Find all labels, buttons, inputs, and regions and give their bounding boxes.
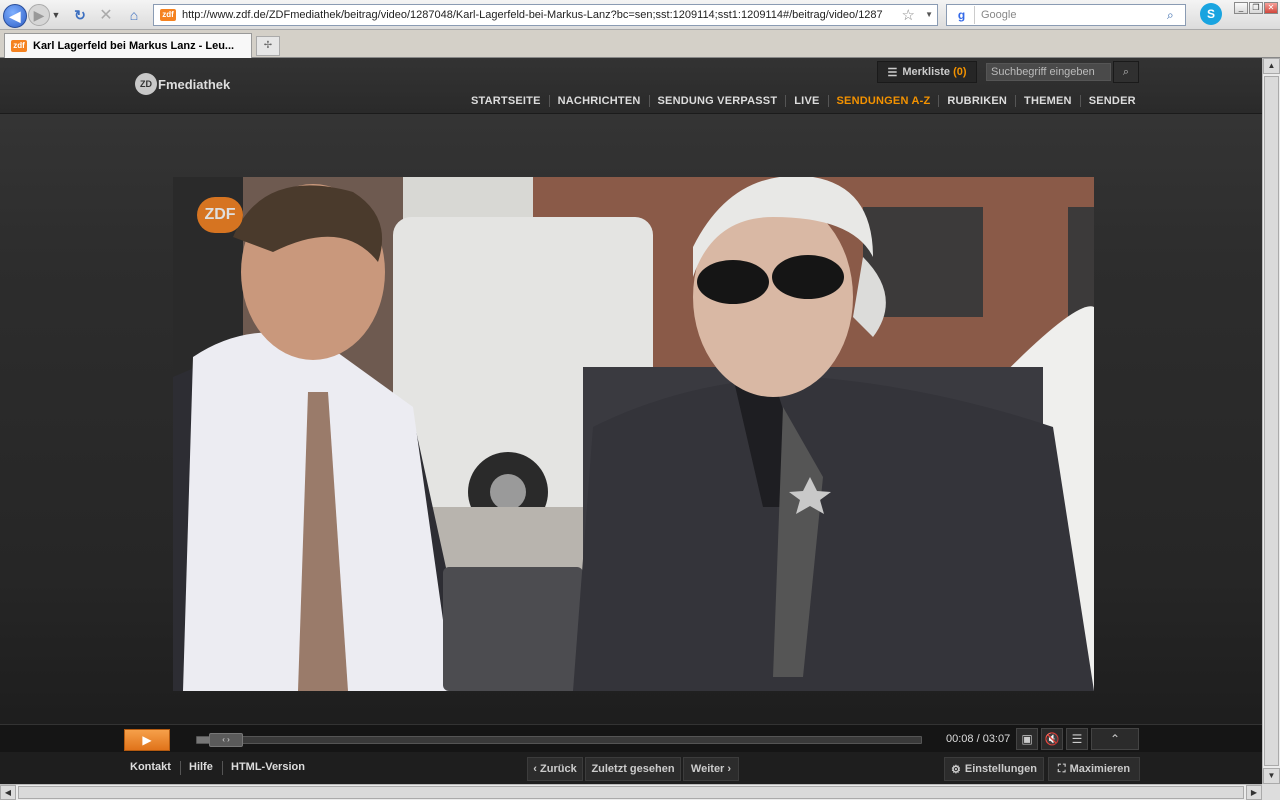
nav-themen[interactable]: THEMEN xyxy=(1015,95,1080,107)
time-display: 00:08 / 03:07 xyxy=(946,733,1011,745)
page-viewport: ZD Fmediathek ☰ Merkliste (0) Suchbegrif… xyxy=(0,58,1262,784)
browser-toolbar: ◀ ▶ ▼ ↻ ✕ ⌂ zdf http://www.zdf.de/ZDFmed… xyxy=(0,0,1280,30)
horizontal-scroll-thumb[interactable] xyxy=(18,786,1244,799)
vertical-scroll-thumb[interactable] xyxy=(1264,76,1279,766)
kontakt-link[interactable]: Kontakt xyxy=(130,761,171,773)
site-search-input[interactable]: Suchbegriff eingeben xyxy=(986,63,1111,81)
html-version-link[interactable]: HTML-Version xyxy=(231,761,305,773)
zdf-mediathek-logo[interactable]: ZD Fmediathek xyxy=(135,72,230,96)
url-text[interactable]: http://www.zdf.de/ZDFmediathek/beitrag/v… xyxy=(182,9,892,21)
logo-text: Fmediathek xyxy=(158,76,231,92)
scroll-right-icon[interactable]: ▶ xyxy=(1246,785,1262,800)
nav-startseite[interactable]: STARTSEITE xyxy=(463,95,549,107)
player-controls: ▶ ‹ › 00:08 / 03:07 ▣ 🔇 ☰ ⌃ xyxy=(0,724,1262,752)
back-button[interactable]: ‹ Zurück xyxy=(527,757,583,781)
scroll-left-icon[interactable]: ◀ xyxy=(0,785,16,800)
url-dropdown-icon[interactable]: ▼ xyxy=(925,10,933,19)
nav-rubriken[interactable]: RUBRIKEN xyxy=(938,95,1015,107)
next-button[interactable]: Weiter › xyxy=(683,757,739,781)
maximize-label: Maximieren xyxy=(1069,763,1131,775)
merkliste-count: (0) xyxy=(953,66,967,78)
nav-sendungen-a-z[interactable]: SENDUNGEN A-Z xyxy=(827,95,939,107)
zdf-favicon-icon: zdf xyxy=(11,40,27,52)
scroll-down-icon[interactable]: ▼ xyxy=(1263,768,1280,784)
settings-button[interactable]: ⚙ Einstellungen xyxy=(944,757,1044,781)
history-dropdown-icon[interactable]: ▼ xyxy=(50,4,62,26)
bookmark-star-icon[interactable]: ☆ xyxy=(902,6,915,24)
chevron-up-icon[interactable]: ⌃ xyxy=(1091,728,1139,750)
browser-search-bar[interactable]: g Google ⌕ xyxy=(946,4,1186,26)
maximize-button[interactable]: ⛶ Maximieren xyxy=(1048,757,1140,781)
stop-icon[interactable]: ✕ xyxy=(96,4,116,26)
vertical-scrollbar[interactable]: ▲ ▼ xyxy=(1262,58,1280,784)
merkliste-label: Merkliste xyxy=(902,66,951,78)
seek-handle[interactable]: ‹ › xyxy=(209,733,243,747)
new-tab-button[interactable]: ✢ xyxy=(256,36,280,56)
address-bar[interactable]: zdf http://www.zdf.de/ZDFmediathek/beitr… xyxy=(153,4,938,26)
main-nav: STARTSEITE NACHRICHTEN SENDUNG VERPASST … xyxy=(463,94,1144,108)
settings-label: Einstellungen xyxy=(964,763,1037,775)
back-arrow-icon[interactable]: ◀ xyxy=(3,4,27,28)
magnifier-icon[interactable]: ⌕ xyxy=(1167,8,1185,23)
skype-icon[interactable]: S xyxy=(1200,3,1222,25)
zdf-watermark-logo: ZDF xyxy=(197,197,243,233)
play-icon[interactable]: ▶ xyxy=(124,729,170,751)
player-footer: Kontakt Hilfe HTML-Version ‹ Zurück Zule… xyxy=(0,753,1262,784)
tab-bar: zdf Karl Lagerfeld bei Markus Lanz - Leu… xyxy=(0,30,1280,58)
google-icon[interactable]: g xyxy=(949,6,975,24)
site-search-icon[interactable]: ⌕ xyxy=(1113,61,1139,83)
gear-icon: ⚙ xyxy=(951,763,961,776)
tab-active[interactable]: zdf Karl Lagerfeld bei Markus Lanz - Leu… xyxy=(4,33,252,58)
scroll-corner xyxy=(1262,784,1280,800)
seek-bar[interactable]: ‹ › xyxy=(196,733,922,747)
recently-watched-button[interactable]: Zuletzt gesehen xyxy=(585,757,681,781)
nav-live[interactable]: LIVE xyxy=(785,95,827,107)
minimize-icon[interactable]: _ xyxy=(1234,2,1248,14)
browser-search-input[interactable]: Google xyxy=(975,9,1167,21)
merkliste-button[interactable]: ☰ Merkliste (0) xyxy=(877,61,977,83)
restore-icon[interactable]: ❐ xyxy=(1249,2,1263,14)
home-icon[interactable]: ⌂ xyxy=(124,4,144,26)
screen-size-icon[interactable]: ▣ xyxy=(1016,728,1038,750)
site-header: ZD Fmediathek ☰ Merkliste (0) Suchbegrif… xyxy=(0,58,1262,114)
zdf-favicon-icon: zdf xyxy=(160,9,176,21)
video-frame[interactable]: ZDF xyxy=(173,177,1094,691)
nav-sendung-verpasst[interactable]: SENDUNG VERPASST xyxy=(648,95,786,107)
list-icon: ☰ xyxy=(887,66,898,79)
divider xyxy=(222,761,223,775)
nav-nachrichten[interactable]: NACHRICHTEN xyxy=(548,95,649,107)
divider xyxy=(180,761,181,775)
forward-arrow-icon[interactable]: ▶ xyxy=(28,4,50,26)
scroll-up-icon[interactable]: ▲ xyxy=(1263,58,1280,74)
mute-icon[interactable]: 🔇 xyxy=(1041,728,1063,750)
video-still-image xyxy=(173,177,1094,691)
expand-icon: ⛶ xyxy=(1057,762,1066,775)
horizontal-scrollbar[interactable]: ◀ ▶ xyxy=(0,784,1262,800)
reload-icon[interactable]: ↻ xyxy=(70,4,90,26)
nav-sender[interactable]: SENDER xyxy=(1079,95,1144,107)
logo-badge: ZD xyxy=(135,73,157,95)
hilfe-link[interactable]: Hilfe xyxy=(189,761,213,773)
settings-sliders-icon[interactable]: ☰ xyxy=(1066,728,1088,750)
close-window-icon[interactable]: ✕ xyxy=(1264,2,1278,14)
tab-title: Karl Lagerfeld bei Markus Lanz - Leu... xyxy=(33,40,235,52)
